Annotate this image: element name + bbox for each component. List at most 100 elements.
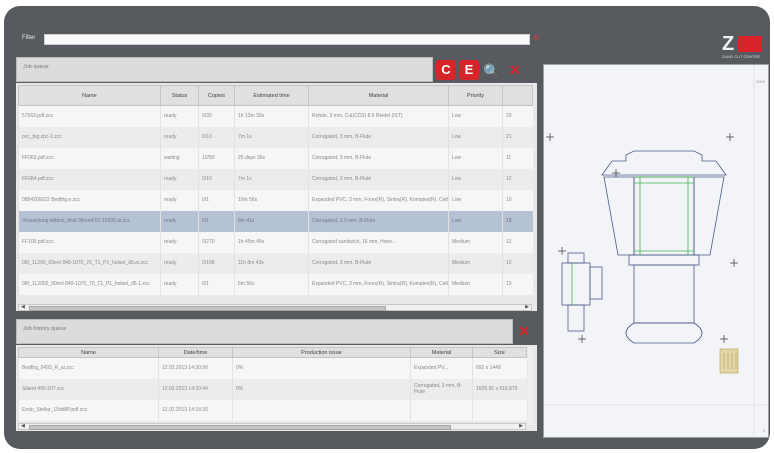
col-size[interactable]: Size bbox=[472, 347, 527, 358]
cell-priority: Low bbox=[448, 189, 503, 211]
cell-size bbox=[472, 399, 527, 421]
filter-input[interactable] bbox=[44, 34, 530, 45]
cell-name: 06f_1L200_00ent 840-1070_70_T1_P1_holset… bbox=[18, 252, 161, 274]
table-row[interactable]: 57563.pdf.zcc ready 0/30 1h 13m 30s Rohd… bbox=[18, 105, 533, 127]
cell-name: Endo_Stellar_15dd8P.pdf.zcc bbox=[18, 399, 159, 421]
col-priority[interactable]: Priority bbox=[448, 85, 503, 106]
job-history-table-area: Name Date/time Production issue Material… bbox=[16, 345, 537, 431]
clear-filter-icon[interactable]: ✕ bbox=[532, 33, 540, 45]
job-history-header: Job history queue bbox=[16, 319, 513, 344]
cell-name: Verpackung faltbox_final 09mmF07-15030.a… bbox=[18, 210, 161, 232]
col-name[interactable]: Name bbox=[18, 347, 159, 358]
cell-material: Corrugated, 2.5 mm, B-Flute bbox=[308, 210, 449, 232]
search-icon[interactable]: 🔍 bbox=[483, 62, 501, 80]
table-row-selected[interactable]: Verpackung faltbox_final 09mmF07-15030.a… bbox=[18, 210, 533, 232]
dieline-drawing bbox=[544, 65, 768, 437]
cell-name: Siland 490-207.zcc bbox=[18, 378, 159, 400]
cell-time: 7m 1s bbox=[234, 168, 309, 190]
cell-copies: 0/270 bbox=[198, 231, 235, 253]
cell-time: 8m 41s bbox=[234, 210, 309, 232]
table-row[interactable]: Endo_Stellar_15dd8P.pdf.zcc 12.02.2013 1… bbox=[18, 399, 527, 421]
history-vscrollbar[interactable] bbox=[528, 347, 533, 425]
app-window: Filter ✕ Z ZUND CUT CENTER Job queue C E… bbox=[4, 6, 770, 449]
cell-status: ready bbox=[160, 189, 199, 211]
cell-issue bbox=[232, 399, 411, 421]
cell-copies: 0/10 bbox=[198, 126, 235, 148]
cell-material: Corrugated, 3 mm, B-Flute bbox=[308, 168, 449, 190]
cell-material: Expanded PVC, 3 mm, Forex(R), Sintra(R),… bbox=[308, 189, 449, 211]
cell-time: 1h 45m 45s bbox=[234, 231, 309, 253]
col-material[interactable]: Material bbox=[308, 85, 449, 106]
cell-name: pcc_big.zpc-1.zcc bbox=[18, 126, 161, 148]
edit-button[interactable]: E bbox=[459, 60, 479, 80]
filter-bar: Filter ✕ bbox=[18, 30, 540, 50]
table-row[interactable]: 06f_1L200_00ent 840-1070_70_T1_P1_holset… bbox=[18, 252, 533, 274]
scroll-right-icon[interactable]: ▶ bbox=[519, 423, 523, 429]
col-material[interactable]: Material bbox=[410, 347, 473, 358]
cell-copies: 0/1 bbox=[198, 189, 235, 211]
cell-time: 6m 56s bbox=[234, 273, 309, 295]
cell-name: 0894200022 Bedthg.e.zcc bbox=[18, 189, 161, 211]
col-estimated-time[interactable]: Estimated time bbox=[234, 85, 309, 106]
cell-priority: Medium bbox=[448, 252, 503, 274]
scroll-right-icon[interactable]: ▶ bbox=[525, 304, 529, 310]
scroll-left-icon[interactable]: ◀ bbox=[21, 304, 25, 310]
col-datetime[interactable]: Date/time bbox=[158, 347, 233, 358]
cell-material: Expanded PV... bbox=[410, 357, 473, 379]
cell-issue: 0% bbox=[232, 378, 411, 400]
job-queue-table: Name Status Copies Estimated time Materi… bbox=[18, 85, 533, 295]
cell-status: ready bbox=[160, 210, 199, 232]
cell-material: Corrugated, 3 mm, B-Flute bbox=[308, 126, 449, 148]
cell-material: Corrugated, 3 mm, B-Flute bbox=[410, 378, 473, 400]
cell-date: 12.02.2013 14:20:44 bbox=[158, 378, 233, 400]
job-history-title: Job history queue bbox=[23, 326, 67, 332]
scroll-left-icon[interactable]: ◀ bbox=[21, 423, 25, 429]
cell-copies: 10/50 bbox=[198, 147, 235, 169]
cell-priority: Low bbox=[448, 210, 503, 232]
cell-status: ready bbox=[160, 273, 199, 295]
cut-preview[interactable]: 5000 0 bbox=[543, 64, 769, 438]
table-row[interactable]: pcc_big.zpc-1.zcc ready 0/10 7m 1s Corru… bbox=[18, 126, 533, 148]
col-status[interactable]: Status bbox=[160, 85, 199, 106]
cell-status: ready bbox=[160, 126, 199, 148]
col-name[interactable]: Name bbox=[18, 85, 161, 106]
cell-name: FF084.pdf.zcc bbox=[18, 168, 161, 190]
cell-time: 11h 8m 43s bbox=[234, 252, 309, 274]
cell-extra: 18 bbox=[502, 210, 533, 232]
cell-date: 12.02.2013 14:18:30 bbox=[158, 399, 233, 421]
scroll-thumb[interactable] bbox=[29, 425, 451, 430]
job-queue-hscrollbar[interactable]: ◀ ▶ bbox=[18, 304, 532, 311]
cell-time: 25 days 36s bbox=[234, 147, 309, 169]
cell-priority: Low bbox=[448, 105, 503, 127]
cell-copies: 0/1 bbox=[198, 273, 235, 295]
cell-extra: 20 bbox=[502, 105, 533, 127]
zcc-logo: Z ZUND CUT CENTER bbox=[722, 34, 766, 62]
delete-icon[interactable]: ✕ bbox=[506, 61, 524, 79]
history-hscrollbar[interactable]: ◀ ▶ bbox=[18, 423, 526, 430]
table-row[interactable]: Siland 490-207.zcc 12.02.2013 14:20:44 0… bbox=[18, 378, 527, 400]
scroll-thumb[interactable] bbox=[29, 306, 386, 311]
cell-extra: 12 bbox=[502, 168, 533, 190]
col-production-issue[interactable]: Production issue bbox=[232, 347, 411, 358]
cell-priority: Low bbox=[448, 168, 503, 190]
table-row[interactable]: FF100.pdf.zcc ready 0/270 1h 45m 45s Cor… bbox=[18, 231, 533, 253]
cell-name: 57563.pdf.zcc bbox=[18, 105, 161, 127]
cell-copies: 0/10 bbox=[198, 168, 235, 190]
cell-extra: 13 bbox=[502, 273, 533, 295]
table-row[interactable]: 0894200022 Bedthg.e.zcc ready 0/1 10m 56… bbox=[18, 189, 533, 211]
table-row[interactable]: 06f_1L2002_00ent 840-1070_70_T1_P1_holse… bbox=[18, 273, 533, 295]
table-row[interactable]: Bedthg_0493_R_ai.zcc 12.02.2013 14:30:56… bbox=[18, 357, 527, 379]
cell-material: Corrugated, 3 mm, B-Flute bbox=[308, 147, 449, 169]
cut-button[interactable]: C bbox=[436, 60, 456, 80]
table-row[interactable]: FF063.pdf.zcc waiting 10/50 25 days 36s … bbox=[18, 147, 533, 169]
delete-history-icon[interactable]: ✕ bbox=[515, 322, 533, 340]
logo-z: Z bbox=[722, 33, 735, 55]
col-copies[interactable]: Copies bbox=[198, 85, 235, 106]
filter-label: Filter bbox=[22, 35, 36, 41]
cell-material bbox=[410, 399, 473, 421]
cell-extra: 12 bbox=[502, 231, 533, 253]
job-queue-table-area: Name Status Copies Estimated time Materi… bbox=[16, 83, 537, 311]
job-queue-title: Job queue bbox=[23, 64, 49, 70]
table-row[interactable]: FF084.pdf.zcc ready 0/10 7m 1s Corrugate… bbox=[18, 168, 533, 190]
cell-priority: Low bbox=[448, 147, 503, 169]
